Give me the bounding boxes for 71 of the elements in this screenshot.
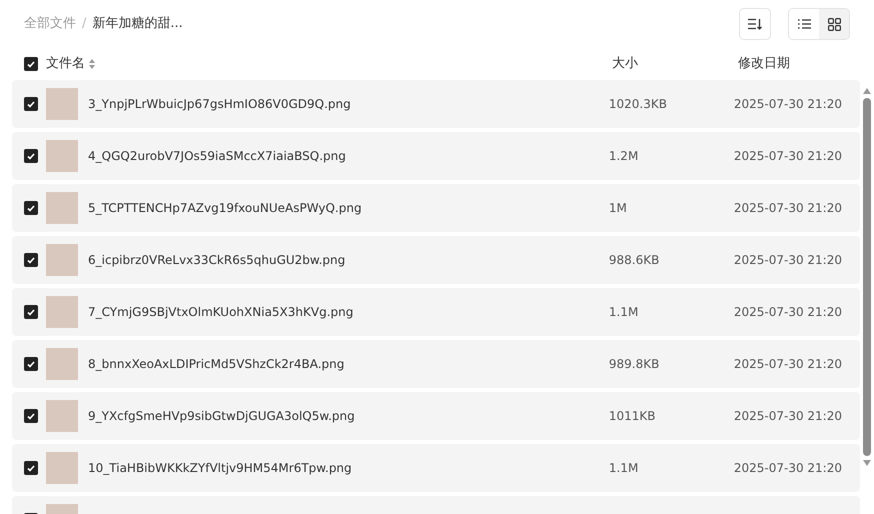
file-row[interactable]: 8_bnnxXeoAxLDIPricMd5VShzCk2r4BA.png 989.8KB 2025-07-30 21:20 bbox=[12, 340, 860, 388]
file-size: 1.1M bbox=[608, 304, 640, 321]
modified-date: 2025-07-30 21:20 bbox=[734, 96, 842, 113]
checkbox[interactable] bbox=[24, 253, 38, 267]
check-icon bbox=[27, 308, 35, 316]
column-header: 修改日期 bbox=[738, 56, 790, 72]
file-row[interactable]: 4_QGQ2urobV7JOs59iaSMccX7iaiaBSQ.png 1.2M 2025-07-30 21:20 bbox=[12, 132, 860, 180]
check-icon bbox=[27, 412, 35, 420]
modified-date: 2025-07-30 21:20 bbox=[734, 408, 842, 425]
photo-placeholder bbox=[46, 192, 78, 224]
photo-placeholder bbox=[46, 244, 78, 276]
file-size: 1011KB bbox=[608, 408, 656, 425]
grid-icon bbox=[828, 18, 840, 30]
check-icon bbox=[27, 100, 35, 108]
photo-placeholder bbox=[46, 88, 78, 120]
file-row[interactable]: 3_YnpjPLrWbuicJp67gsHmIO86V0GD9Q.png 1020.3KB 2025-07-30 21:20 bbox=[12, 80, 860, 128]
modified-date: 2025-07-30 21:20 bbox=[734, 356, 842, 373]
check-icon bbox=[27, 256, 35, 264]
breadcrumb-separator: / bbox=[82, 15, 86, 34]
file-size: 1020.3KB bbox=[608, 96, 668, 113]
file-size: 1M bbox=[608, 200, 628, 217]
file-name: 7_CYmjG9SBjVtxOlmKUohXNia5X3hKVg.png bbox=[88, 304, 354, 321]
photo-placeholder bbox=[46, 452, 78, 484]
checkbox[interactable] bbox=[24, 97, 38, 111]
file-name: 8_bnnxXeoAxLDIPricMd5VShzCk2r4BA.png bbox=[88, 356, 346, 373]
file-row[interactable]: 10_TiaHBibWKKkZYfVltjv9HM54Mr6Tpw.png 1.1M 2025-07-30 21:20 bbox=[12, 444, 860, 492]
grid-view-button[interactable] bbox=[819, 9, 849, 39]
list-icon bbox=[798, 19, 810, 29]
modified-date: 2025-07-30 21:20 bbox=[734, 304, 842, 321]
photo-placeholder bbox=[46, 296, 78, 328]
checkbox[interactable] bbox=[24, 201, 38, 215]
file-row[interactable]: 9_YXcfgSmeHVp9sibGtwDjGUGA3olQ5w.png 1011KB 2025-07-30 21:20 bbox=[12, 392, 860, 440]
check-icon bbox=[27, 60, 35, 68]
checkbox[interactable] bbox=[24, 149, 38, 163]
checkbox[interactable] bbox=[24, 461, 38, 475]
scroll-down-icon[interactable] bbox=[863, 460, 871, 466]
file-name: 10_TiaHBibWKKkZYfVltjv9HM54Mr6Tpw.png bbox=[88, 460, 353, 477]
sort-button[interactable] bbox=[739, 8, 771, 40]
file-name: 4_QGQ2urobV7JOs59iaSMccX7iaiaBSQ.png bbox=[88, 148, 347, 165]
file-size: 1.1M bbox=[608, 460, 640, 477]
file-row[interactable]: 7_CYmjG9SBjVtxOlmKUohXNia5X3hKVg.png 1.1M 2025-07-30 21:20 bbox=[12, 288, 860, 336]
modified-date: 2025-07-30 21:20 bbox=[734, 200, 842, 217]
checkbox[interactable] bbox=[24, 57, 38, 71]
sort-icon bbox=[748, 18, 762, 30]
checkbox[interactable] bbox=[24, 357, 38, 371]
checkbox[interactable] bbox=[24, 305, 38, 319]
scroll-up-icon[interactable] bbox=[863, 88, 871, 94]
photo-placeholder bbox=[46, 348, 78, 380]
sort-icon[interactable] bbox=[89, 59, 95, 69]
photo-placeholder bbox=[46, 140, 78, 172]
checkbox[interactable] bbox=[24, 409, 38, 423]
check-icon bbox=[27, 152, 35, 160]
check-icon bbox=[27, 360, 35, 368]
file-row[interactable]: 5_TCPTTENCHp7AZvg19fxouNUeAsPWyQ.png 1M 2025-07-30 21:20 bbox=[12, 184, 860, 232]
column-header: 大小 bbox=[612, 56, 638, 72]
check-icon bbox=[27, 204, 35, 212]
modified-date: 2025-07-30 21:20 bbox=[734, 252, 842, 269]
check-icon bbox=[27, 464, 35, 472]
breadcrumb-current: 新年加糖的甜... bbox=[92, 15, 183, 34]
file-name: 6_icpibrz0VReLvx33CkR6s5qhuGU2bw.png bbox=[88, 252, 346, 269]
file-size: 989.8KB bbox=[608, 356, 660, 373]
file-size: 988.6KB bbox=[608, 252, 660, 269]
photo-placeholder bbox=[46, 400, 78, 432]
file-name: 5_TCPTTENCHp7AZvg19fxouNUeAsPWyQ.png bbox=[88, 200, 363, 217]
file-name: 3_YnpjPLrWbuicJp67gsHmIO86V0GD9Q.png bbox=[88, 96, 352, 113]
modified-date: 2025-07-30 21:20 bbox=[734, 460, 842, 477]
modified-date: 2025-07-30 21:20 bbox=[734, 148, 842, 165]
file-row[interactable]: 6_icpibrz0VReLvx33CkR6s5qhuGU2bw.png 988.6KB 2025-07-30 21:20 bbox=[12, 236, 860, 284]
file-size: 1.2M bbox=[608, 148, 640, 165]
file-name: 9_YXcfgSmeHVp9sibGtwDjGUGA3olQ5w.png bbox=[88, 408, 356, 425]
column-header[interactable]: 文件名 bbox=[46, 54, 85, 74]
